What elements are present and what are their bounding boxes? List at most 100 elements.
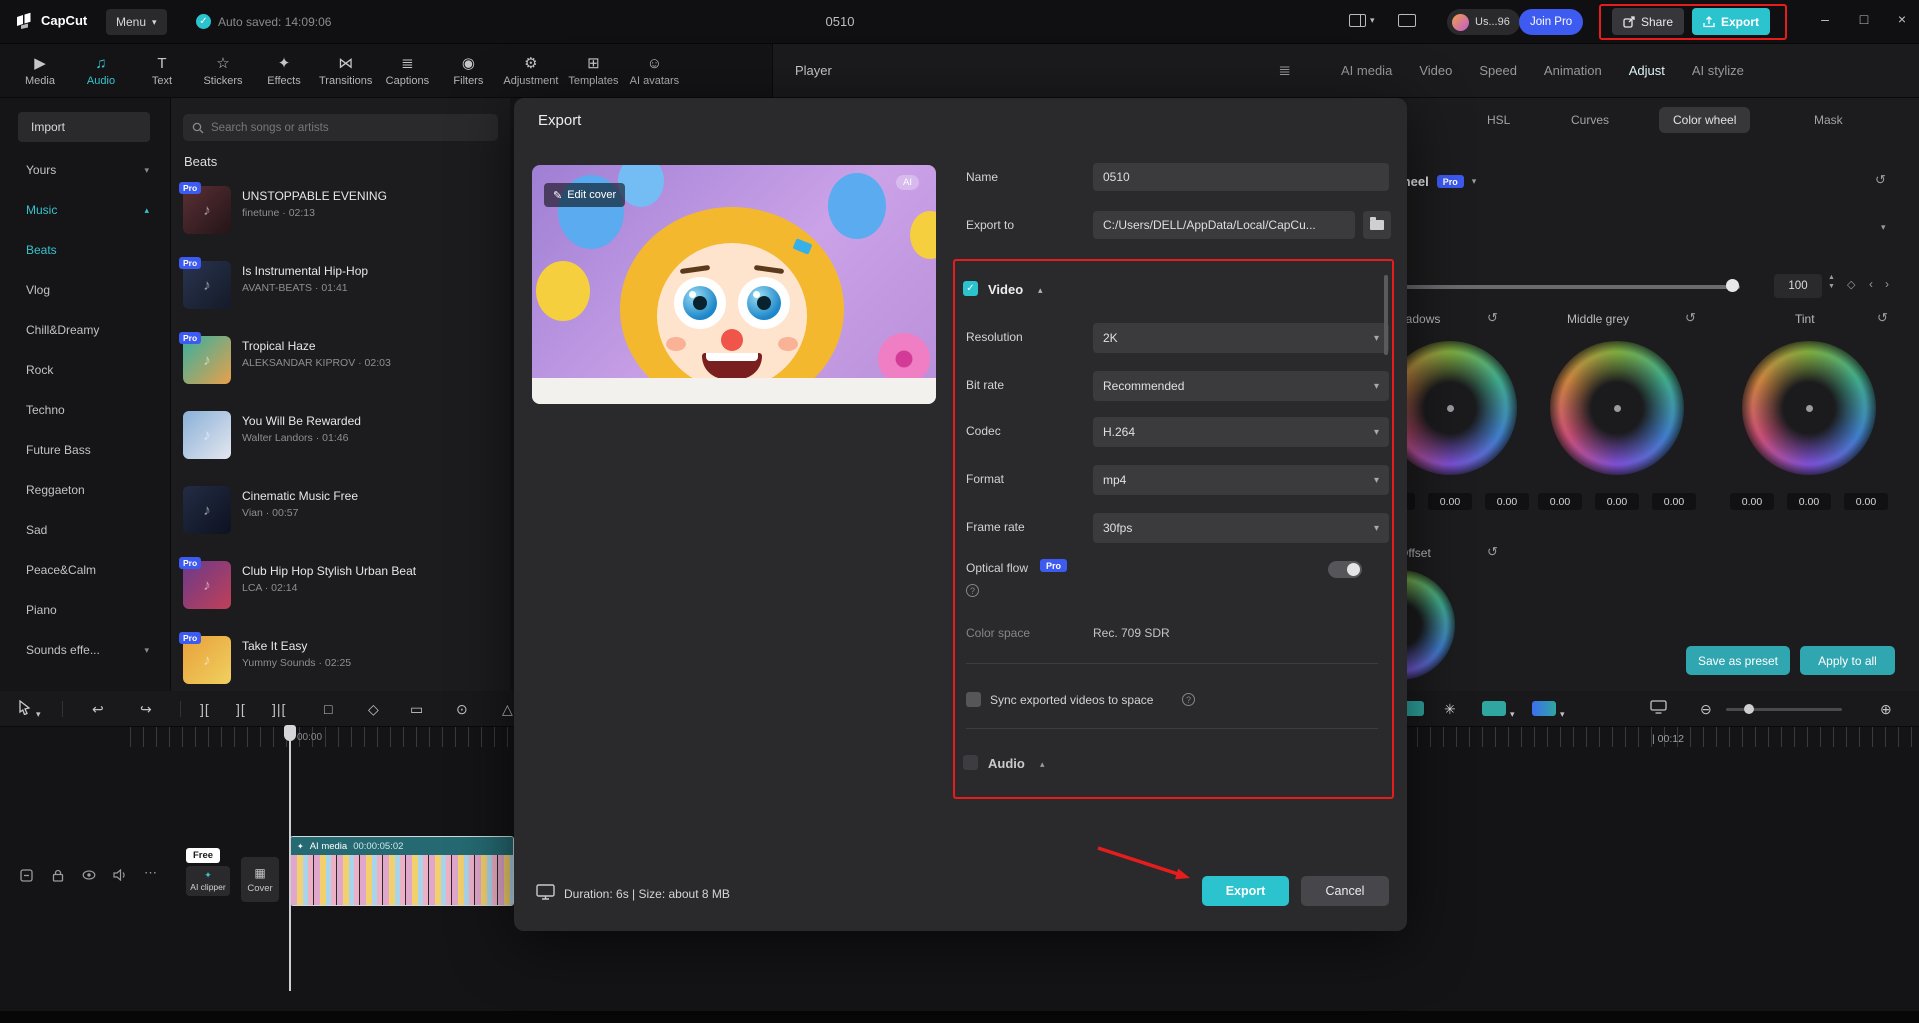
close-button[interactable]: × [1890, 11, 1914, 27]
overlap-icon[interactable]: ▭ [410, 700, 423, 718]
zoom-slider-handle[interactable] [1744, 704, 1754, 714]
playhead-handle[interactable] [284, 725, 296, 741]
user-badge[interactable]: Us...96 [1447, 9, 1520, 35]
tool-media[interactable]: ▶ Media [14, 55, 66, 87]
value-stepper[interactable]: ▲ ▼ [1828, 274, 1835, 291]
cancel-button[interactable]: Cancel [1301, 876, 1389, 906]
sidebar-item-piano[interactable]: Piano [0, 590, 171, 630]
keyframe-diamond-icon[interactable]: ◇ [1847, 278, 1855, 291]
export-path-input[interactable] [1093, 211, 1355, 239]
layout-toggle-button[interactable]: ▾ [1349, 14, 1375, 27]
prev-keyframe-icon[interactable]: ‹ [1869, 277, 1873, 291]
music-track[interactable]: ♪ Pro UNSTOPPABLE EVENING finetune · 02:13 [171, 176, 510, 251]
tab-ai-stylize[interactable]: AI stylize [1692, 63, 1744, 78]
name-input[interactable] [1093, 163, 1389, 191]
tool-text[interactable]: T Text [136, 55, 188, 87]
slider-handle[interactable] [1726, 279, 1739, 292]
split-both-icon[interactable]: ]|[ [272, 700, 286, 718]
preview-play-icon[interactable]: ⊙ [456, 700, 468, 718]
sidebar-item-peace-calm[interactable]: Peace&Calm [0, 550, 171, 590]
lock-icon[interactable] [52, 869, 64, 885]
subtab-mask[interactable]: Mask [1814, 113, 1843, 127]
save-preset-button[interactable]: Save as preset [1686, 646, 1790, 675]
reset-icon[interactable]: ↺ [1877, 310, 1888, 326]
join-pro-button[interactable]: Join Pro [1519, 9, 1584, 35]
chevron-down-icon[interactable]: ▾ [1881, 222, 1886, 233]
tool-adjustment[interactable]: ⚙ Adjustment [503, 55, 558, 87]
sidebar-item-reggaeton[interactable]: Reggaeton [0, 470, 171, 510]
marker-icon[interactable] [1482, 701, 1506, 716]
music-track[interactable]: ♪ Pro Club Hip Hop Stylish Urban Beat LCA … [171, 551, 510, 626]
intensity-value[interactable]: 100 [1774, 274, 1822, 298]
tool-filters[interactable]: ◉ Filters [442, 55, 494, 87]
ai-tool-icon[interactable]: ✳ [1444, 700, 1456, 718]
chevron-down-icon[interactable]: ▾ [1510, 705, 1515, 723]
tool-ai-avatars[interactable]: ☺ AI avatars [628, 55, 680, 87]
music-track[interactable]: ♪ Pro Is Instrumental Hip-Hop AVANT-BEATS … [171, 251, 510, 326]
music-track[interactable]: ♪ You Will Be Rewarded Walter Landors · 0… [171, 401, 510, 476]
sidebar-item-beats[interactable]: Beats [0, 230, 171, 270]
sidebar-item-vlog[interactable]: Vlog [0, 270, 171, 310]
import-button[interactable]: Import [18, 112, 150, 142]
split-right-icon[interactable]: ][ [236, 700, 246, 718]
export-confirm-button[interactable]: Export [1202, 876, 1289, 906]
tool-effects[interactable]: ✦ Effects [258, 55, 310, 87]
music-track[interactable]: ♪ Pro Take It Easy Yummy Sounds · 02:25 [171, 626, 510, 691]
maximize-button[interactable]: □ [1852, 11, 1876, 27]
reset-icon[interactable]: ↺ [1685, 310, 1696, 326]
sidebar-item-future-bass[interactable]: Future Bass [0, 430, 171, 470]
reset-icon[interactable]: ↺ [1487, 544, 1498, 560]
sidebar-item-techno[interactable]: Techno [0, 390, 171, 430]
track-main-icon[interactable] [20, 869, 33, 885]
mask-icon[interactable]: ◇ [368, 700, 379, 718]
zoom-out-icon[interactable]: ⊖ [1700, 700, 1712, 718]
next-keyframe-icon[interactable]: › [1885, 277, 1889, 291]
tab-speed[interactable]: Speed [1479, 63, 1517, 78]
apply-to-all-button[interactable]: Apply to all [1800, 646, 1895, 675]
more-icon[interactable]: ⋯ [144, 865, 157, 881]
sidebar-item-rock[interactable]: Rock [0, 350, 171, 390]
color-wheel-tint[interactable] [1742, 341, 1876, 475]
tool-audio[interactable]: ♫ Audio [75, 55, 127, 87]
tab-adjust[interactable]: Adjust [1629, 63, 1665, 78]
edit-cover-button[interactable]: ✎ Edit cover [544, 183, 626, 207]
player-menu-icon[interactable]: ≣ [1278, 61, 1291, 79]
subtab-curves[interactable]: Curves [1571, 113, 1609, 127]
zoom-in-icon[interactable]: ⊕ [1880, 700, 1892, 718]
tab-animation[interactable]: Animation [1544, 63, 1602, 78]
reset-icon[interactable]: ↺ [1487, 310, 1498, 326]
video-clip[interactable]: ✦ AI media 00:00:05:02 [290, 836, 514, 906]
minimize-button[interactable]: – [1813, 11, 1837, 27]
mute-icon[interactable] [113, 868, 126, 884]
tab-video[interactable]: Video [1419, 63, 1452, 78]
search-input[interactable] [211, 121, 489, 134]
intensity-slider[interactable] [1349, 285, 1740, 289]
speed-ramp-icon[interactable]: △ [502, 700, 513, 718]
sidebar-item-yours[interactable]: Yours ▾ [0, 150, 171, 190]
undo-icon[interactable]: ↩ [92, 700, 104, 718]
music-track[interactable]: ♪ Cinematic Music Free Vian · 00:57 [171, 476, 510, 551]
color-wheel-middle-grey[interactable] [1550, 341, 1684, 475]
sidebar-item-chill-dreamy[interactable]: Chill&Dreamy [0, 310, 171, 350]
music-track[interactable]: ♪ Pro Tropical Haze ALEKSANDAR KIPROV · 02… [171, 326, 510, 401]
sidebar-item-sound-effects[interactable]: Sounds effe... ▾ [0, 630, 171, 670]
tool-templates[interactable]: ⊞ Templates [567, 55, 619, 87]
sidebar-item-sad[interactable]: Sad [0, 510, 171, 550]
reset-icon[interactable]: ↺ [1875, 172, 1886, 188]
menu-button[interactable]: Menu ▾ [106, 9, 167, 35]
tool-stickers[interactable]: ☆ Stickers [197, 55, 249, 87]
chevron-down-icon[interactable]: ▾ [36, 705, 41, 723]
search-box[interactable] [183, 114, 498, 141]
tab-ai-media[interactable]: AI media [1341, 63, 1392, 78]
ai-clipper-chip[interactable]: Free ✦ AI clipper [186, 848, 236, 896]
eye-icon[interactable] [82, 869, 96, 883]
cover-button[interactable]: ▦ Cover [241, 857, 279, 902]
redo-icon[interactable]: ↪ [140, 700, 152, 718]
delete-icon[interactable]: □ [324, 700, 332, 718]
track-tool-icon[interactable] [1532, 701, 1556, 716]
subtab-color-wheel[interactable]: Color wheel [1659, 107, 1751, 133]
pointer-tool[interactable] [18, 699, 31, 719]
split-left-icon[interactable]: ][ [200, 700, 210, 718]
browse-folder-button[interactable] [1363, 211, 1391, 239]
shortcut-button[interactable] [1398, 9, 1416, 27]
